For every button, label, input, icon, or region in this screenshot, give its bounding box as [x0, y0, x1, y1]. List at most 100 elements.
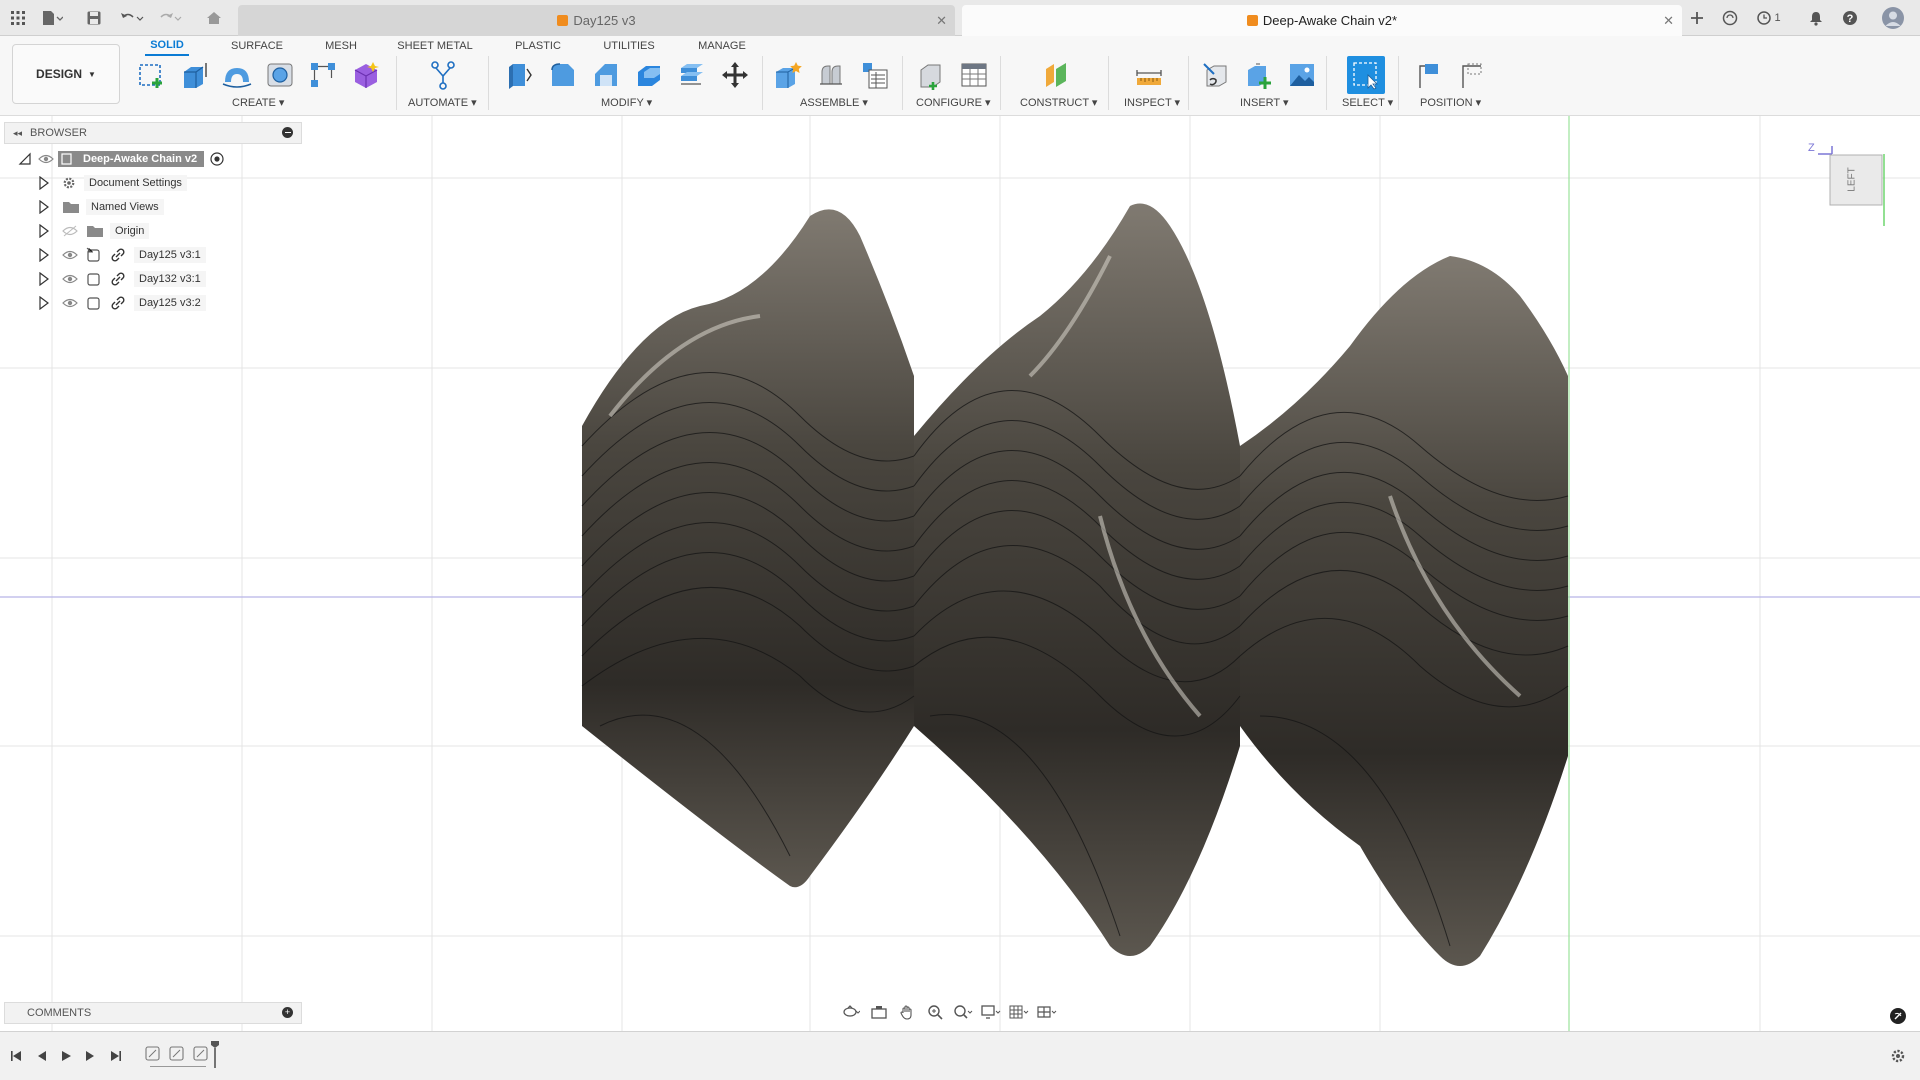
- expand-triangle-icon[interactable]: [38, 248, 50, 262]
- activate-radio-icon[interactable]: [210, 152, 224, 166]
- go-to-start-icon[interactable]: [6, 1046, 26, 1066]
- timeline-marker[interactable]: [210, 1040, 220, 1070]
- press-pull-tool[interactable]: [503, 58, 537, 92]
- configure-tool[interactable]: [914, 58, 948, 92]
- timeline-feature-insert-3[interactable]: [193, 1045, 209, 1063]
- browser-root[interactable]: Deep-Awake Chain v2: [18, 148, 224, 170]
- tab-utilities[interactable]: UTILITIES: [596, 36, 662, 56]
- save-icon[interactable]: [84, 8, 104, 28]
- browser-item-day125-2[interactable]: Day125 v3:2: [38, 292, 206, 314]
- visibility-eye-icon[interactable]: [62, 249, 78, 261]
- zoom-icon[interactable]: [924, 1002, 946, 1022]
- automate-menu[interactable]: AUTOMATE ▾: [408, 96, 477, 109]
- capture-position-tool[interactable]: [1412, 58, 1446, 92]
- tab-surface[interactable]: SURFACE: [226, 36, 288, 56]
- position-menu[interactable]: POSITION ▾: [1420, 96, 1481, 109]
- avatar[interactable]: [1880, 6, 1906, 30]
- undo-icon[interactable]: [116, 8, 148, 28]
- insert-canvas-tool[interactable]: [1285, 58, 1319, 92]
- browser-item-named-views[interactable]: Named Views: [38, 196, 164, 218]
- orbit-icon[interactable]: [840, 1002, 862, 1022]
- insert-menu[interactable]: INSERT ▾: [1240, 96, 1289, 109]
- visibility-eye-icon[interactable]: [62, 273, 78, 285]
- home-icon[interactable]: [202, 8, 226, 28]
- help-icon[interactable]: ?: [1838, 6, 1862, 30]
- tab-manage[interactable]: MANAGE: [690, 36, 754, 56]
- step-back-icon[interactable]: [32, 1046, 52, 1066]
- grid-settings-icon[interactable]: [1008, 1002, 1030, 1022]
- expand-triangle-icon[interactable]: [38, 296, 50, 310]
- insert-component-tool[interactable]: [1242, 58, 1276, 92]
- visibility-eye-icon[interactable]: [62, 297, 78, 309]
- revert-position-tool[interactable]: [1455, 58, 1489, 92]
- play-icon[interactable]: [56, 1046, 76, 1066]
- fit-icon[interactable]: [952, 1002, 974, 1022]
- look-at-icon[interactable]: [868, 1002, 890, 1022]
- new-component-tool[interactable]: [771, 58, 805, 92]
- collapse-panel-icon[interactable]: ◂◂: [13, 128, 22, 139]
- shell-tool[interactable]: [632, 58, 666, 92]
- create-sketch-tool[interactable]: [135, 58, 169, 92]
- tab-mesh[interactable]: MESH: [316, 36, 366, 56]
- redo-icon[interactable]: [154, 8, 186, 28]
- workspace-switcher-button[interactable]: DESIGN ▼: [12, 44, 120, 104]
- split-body-tool[interactable]: [675, 58, 709, 92]
- expand-triangle-icon[interactable]: [38, 200, 50, 214]
- file-menu-icon[interactable]: [38, 8, 66, 28]
- notification-bell-icon[interactable]: [1804, 6, 1828, 30]
- create-menu[interactable]: CREATE ▾: [232, 96, 284, 109]
- revolve-tool[interactable]: [220, 58, 254, 92]
- tab-plastic[interactable]: PLASTIC: [508, 36, 568, 56]
- configure-menu[interactable]: CONFIGURE ▾: [916, 96, 991, 109]
- jobs-status[interactable]: 1: [1752, 6, 1786, 30]
- sync-icon[interactable]: [1718, 6, 1742, 30]
- joint-tool[interactable]: [814, 58, 848, 92]
- browser-item-day132-1[interactable]: Day132 v3:1: [38, 268, 206, 290]
- add-comment-icon[interactable]: +: [282, 1007, 293, 1018]
- close-icon[interactable]: ✕: [1663, 13, 1674, 29]
- feedback-icon[interactable]: [1890, 1008, 1906, 1024]
- close-icon[interactable]: ✕: [936, 13, 947, 29]
- step-forward-icon[interactable]: [80, 1046, 100, 1066]
- extrude-tool[interactable]: [177, 58, 211, 92]
- expand-triangle-icon[interactable]: [38, 176, 50, 190]
- fillet-tool[interactable]: [546, 58, 580, 92]
- construct-menu[interactable]: CONSTRUCT ▾: [1020, 96, 1097, 109]
- configuration-table-tool[interactable]: [957, 58, 991, 92]
- tab-solid[interactable]: SOLID: [145, 36, 189, 56]
- chamfer-tool[interactable]: [589, 58, 623, 92]
- new-tab-icon[interactable]: [1685, 6, 1709, 30]
- viewcube-face-label[interactable]: LEFT: [1847, 167, 1858, 191]
- bill-of-materials-tool[interactable]: [857, 58, 891, 92]
- comments-panel[interactable]: COMMENTS +: [4, 1002, 302, 1024]
- assemble-menu[interactable]: ASSEMBLE ▾: [800, 96, 868, 109]
- display-settings-icon[interactable]: [980, 1002, 1002, 1022]
- timeline-settings-gear-icon[interactable]: [1888, 1046, 1908, 1066]
- viewports-icon[interactable]: [1036, 1002, 1058, 1022]
- expand-triangle-icon[interactable]: [38, 272, 50, 286]
- select-tool[interactable]: [1347, 56, 1385, 94]
- insert-derive-tool[interactable]: [1199, 58, 1233, 92]
- pattern-tool[interactable]: [306, 58, 340, 92]
- visibility-eye-icon[interactable]: [38, 153, 54, 165]
- select-menu[interactable]: SELECT ▾: [1342, 96, 1393, 109]
- browser-item-document-settings[interactable]: Document Settings: [38, 172, 187, 194]
- pan-icon[interactable]: [896, 1002, 918, 1022]
- measure-tool[interactable]: [1132, 58, 1166, 92]
- browser-pin-icon[interactable]: [282, 127, 293, 138]
- modify-menu[interactable]: MODIFY ▾: [601, 96, 652, 109]
- hidden-eye-icon[interactable]: [62, 225, 78, 237]
- offset-plane-tool[interactable]: [1040, 58, 1074, 92]
- browser-item-origin[interactable]: Origin: [38, 220, 150, 242]
- collapse-triangle-icon[interactable]: [18, 152, 32, 166]
- tab-sheet-metal[interactable]: SHEET METAL: [392, 36, 478, 56]
- expand-triangle-icon[interactable]: [38, 224, 50, 238]
- browser-item-day125-1[interactable]: Day125 v3:1: [38, 244, 206, 266]
- move-tool[interactable]: [718, 58, 752, 92]
- timeline-feature-insert-1[interactable]: [145, 1045, 161, 1063]
- form-tool[interactable]: [349, 58, 383, 92]
- tab-day125[interactable]: Day125 v3 ✕: [238, 5, 955, 36]
- automate-tool[interactable]: [426, 58, 460, 92]
- timeline-feature-insert-2[interactable]: [169, 1045, 185, 1063]
- tab-deep-awake-chain[interactable]: Deep-Awake Chain v2* ✕: [962, 5, 1682, 36]
